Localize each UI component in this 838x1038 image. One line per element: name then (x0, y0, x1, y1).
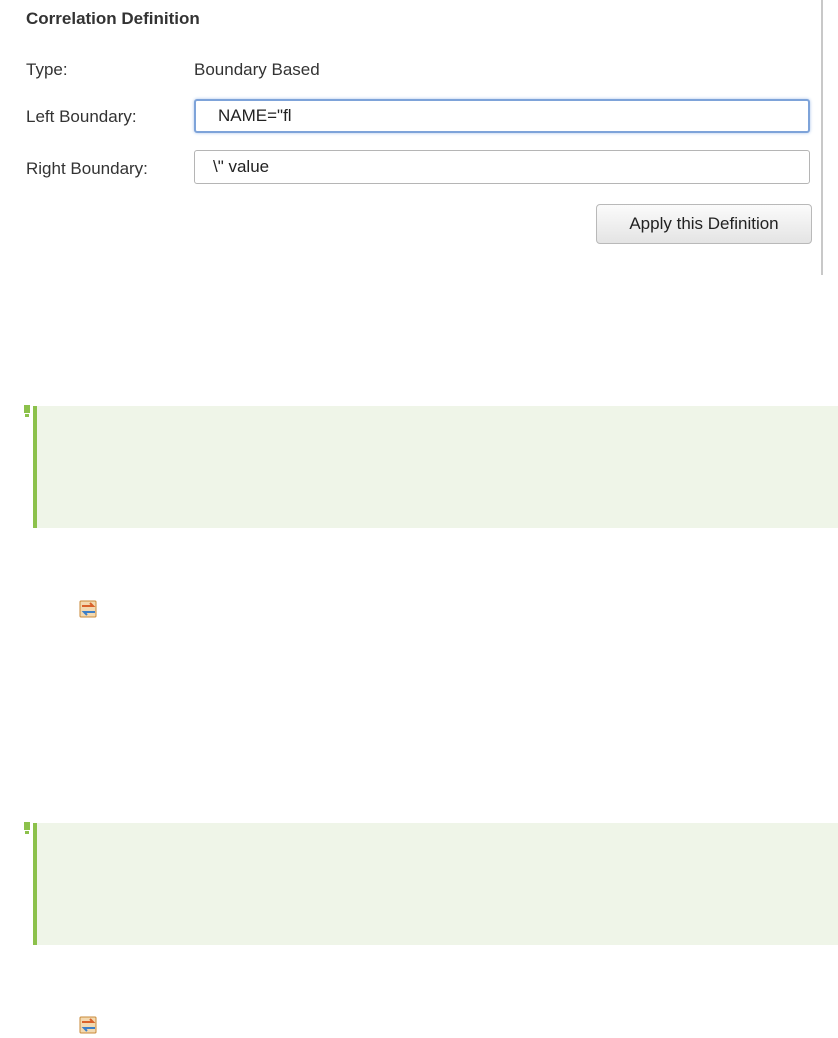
exclamation-icon (24, 822, 30, 834)
exclamation-icon (24, 405, 30, 417)
type-label: Type: (26, 60, 68, 79)
apply-definition-button[interactable]: Apply this Definition (596, 204, 812, 244)
panel-title: Correlation Definition (26, 9, 200, 28)
correlation-definition-panel: Correlation Definition Type: Boundary Ba… (0, 0, 822, 275)
sync-icon (79, 1016, 97, 1034)
type-value: Boundary Based (194, 60, 320, 79)
note-box (33, 823, 838, 945)
left-boundary-label: Left Boundary: (26, 107, 137, 126)
note-box (33, 406, 838, 528)
panel-divider (821, 0, 823, 275)
left-boundary-input[interactable] (194, 99, 810, 133)
sync-icon (79, 600, 97, 618)
right-boundary-input[interactable] (194, 150, 810, 184)
right-boundary-label: Right Boundary: (26, 159, 148, 178)
